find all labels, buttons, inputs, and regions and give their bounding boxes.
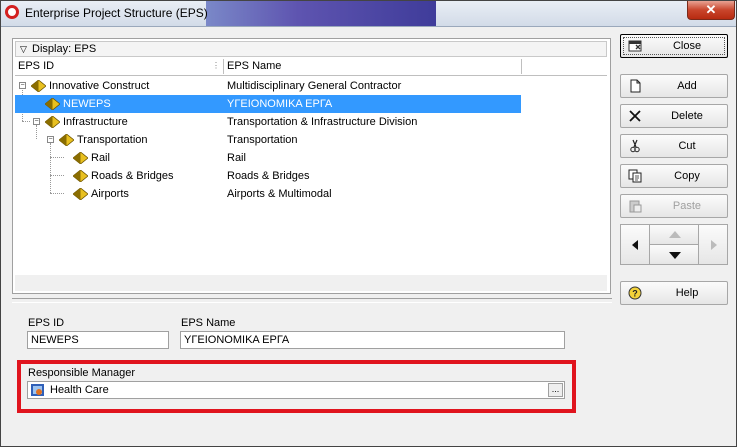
help-button[interactable]: ? Help [620,281,728,305]
add-button-label: Add [677,80,697,92]
eps-name-cell: Transportation & Infrastructure Division [227,116,418,128]
arrow-down-icon [669,252,681,259]
scissors-icon [630,139,640,153]
move-left-button[interactable] [620,224,650,265]
column-eps-id-label: EPS ID [18,60,55,72]
copy-button-label: Copy [674,170,700,182]
delete-button-label: Delete [671,110,703,122]
close-window-icon [628,40,642,52]
tree-row[interactable]: − Infrastructure Transportation & Infrastr… [15,113,521,131]
tree-row[interactable]: NEWEPS ΥΓΕΙΟΝΟΜΙΚΑ ΕΡΓΑ [15,95,521,113]
eps-name-cell: ΥΓΕΙΟΝΟΜΙΚΑ ΕΡΓΑ [227,98,333,110]
eps-dialog: Enterprise Project Structure (EPS) ✕ ▽ D… [0,0,737,447]
arrow-right-icon [711,240,717,250]
help-question-icon: ? [628,286,642,300]
cut-button-label: Cut [678,140,696,152]
paste-clipboard-icon [629,200,642,213]
copy-button[interactable]: Copy [620,164,728,188]
background-window-strip [206,1,436,26]
paste-button-label: Paste [672,200,702,212]
column-eps-id[interactable]: EPS ID ⋮ [15,59,224,74]
window-title: Enterprise Project Structure (EPS) [25,6,208,20]
eps-node-icon [73,152,88,164]
eps-node-icon [73,170,88,182]
eps-id-cell: Rail [91,152,110,164]
eps-id-cell: Infrastructure [63,116,128,128]
column-header: EPS ID ⋮ EPS Name [15,59,607,76]
move-controls [620,224,728,265]
eps-id-cell: Transportation [77,134,148,146]
eps-name-cell: Roads & Bridges [227,170,310,182]
eps-id-cell: Airports [91,188,129,200]
horizontal-scrollbar-area [15,275,607,291]
tree-row[interactable]: − Innovative Construct Multidisciplinary G… [15,77,521,95]
collapse-toggle-icon[interactable]: − [47,136,54,143]
oracle-logo-icon [5,5,19,19]
eps-name-cell: Multidisciplinary General Contractor [227,80,402,92]
help-button-label: Help [675,287,699,299]
pane-splitter[interactable] [12,298,612,303]
sort-icon[interactable]: ⋮ [212,61,220,70]
eps-node-icon [45,98,60,110]
collapse-toggle-icon[interactable]: − [33,118,40,125]
tree-row[interactable]: Rail Rail [15,149,521,167]
copy-icon [628,169,642,183]
display-label: Display: EPS [32,43,97,55]
new-document-icon [630,79,641,93]
arrow-left-icon [632,240,638,250]
chevron-down-icon[interactable]: ▽ [20,44,27,55]
paste-button[interactable]: Paste [620,194,728,218]
browse-manager-button[interactable]: ... [548,383,563,397]
column-eps-name-label: EPS Name [227,60,282,72]
manager-icon [31,384,44,396]
close-button-label: Close [672,40,702,52]
eps-name-field[interactable]: ΥΓΕΙΟΝΟΜΙΚΑ ΕΡΓΑ [180,331,565,349]
collapse-toggle-icon[interactable]: − [19,82,26,89]
close-button[interactable]: Close [620,34,728,58]
eps-node-icon [45,116,60,128]
eps-name-label: EPS Name [181,317,236,329]
eps-node-icon [31,80,46,92]
eps-id-cell: Roads & Bridges [91,170,174,182]
move-right-button[interactable] [698,224,728,265]
add-button[interactable]: Add [620,74,728,98]
move-down-button[interactable] [649,244,699,265]
eps-name-cell: Transportation [227,134,298,146]
eps-node-icon [73,188,88,200]
move-up-button[interactable] [649,224,699,245]
eps-id-cell: Innovative Construct [49,80,150,92]
window-close-button[interactable]: ✕ [687,1,735,20]
cut-button[interactable]: Cut [620,134,728,158]
responsible-manager-field[interactable]: Health Care ... [27,381,565,399]
responsible-manager-value: Health Care [50,384,109,396]
tree-row[interactable]: − Transportation Transportation [15,131,521,149]
eps-name-cell: Rail [227,152,246,164]
tree-row[interactable]: Roads & Bridges Roads & Bridges [15,167,521,185]
delete-x-icon [629,110,641,122]
column-eps-name[interactable]: EPS Name [224,59,522,74]
eps-node-icon [59,134,74,146]
arrow-up-icon [669,231,681,238]
eps-tree[interactable]: ▽ Display: EPS EPS ID ⋮ EPS Name − Innova… [12,38,611,294]
tree-row[interactable]: Airports Airports & Multimodal [15,185,521,203]
responsible-manager-label: Responsible Manager [28,367,136,379]
title-bar[interactable]: Enterprise Project Structure (EPS) ✕ [1,1,736,27]
eps-name-cell: Airports & Multimodal [227,188,332,200]
svg-text:?: ? [632,289,638,299]
delete-button[interactable]: Delete [620,104,728,128]
eps-id-label: EPS ID [28,317,65,329]
display-bar[interactable]: ▽ Display: EPS [15,41,607,57]
eps-id-cell: NEWEPS [63,98,111,110]
eps-id-field[interactable]: NEWEPS [27,331,169,349]
